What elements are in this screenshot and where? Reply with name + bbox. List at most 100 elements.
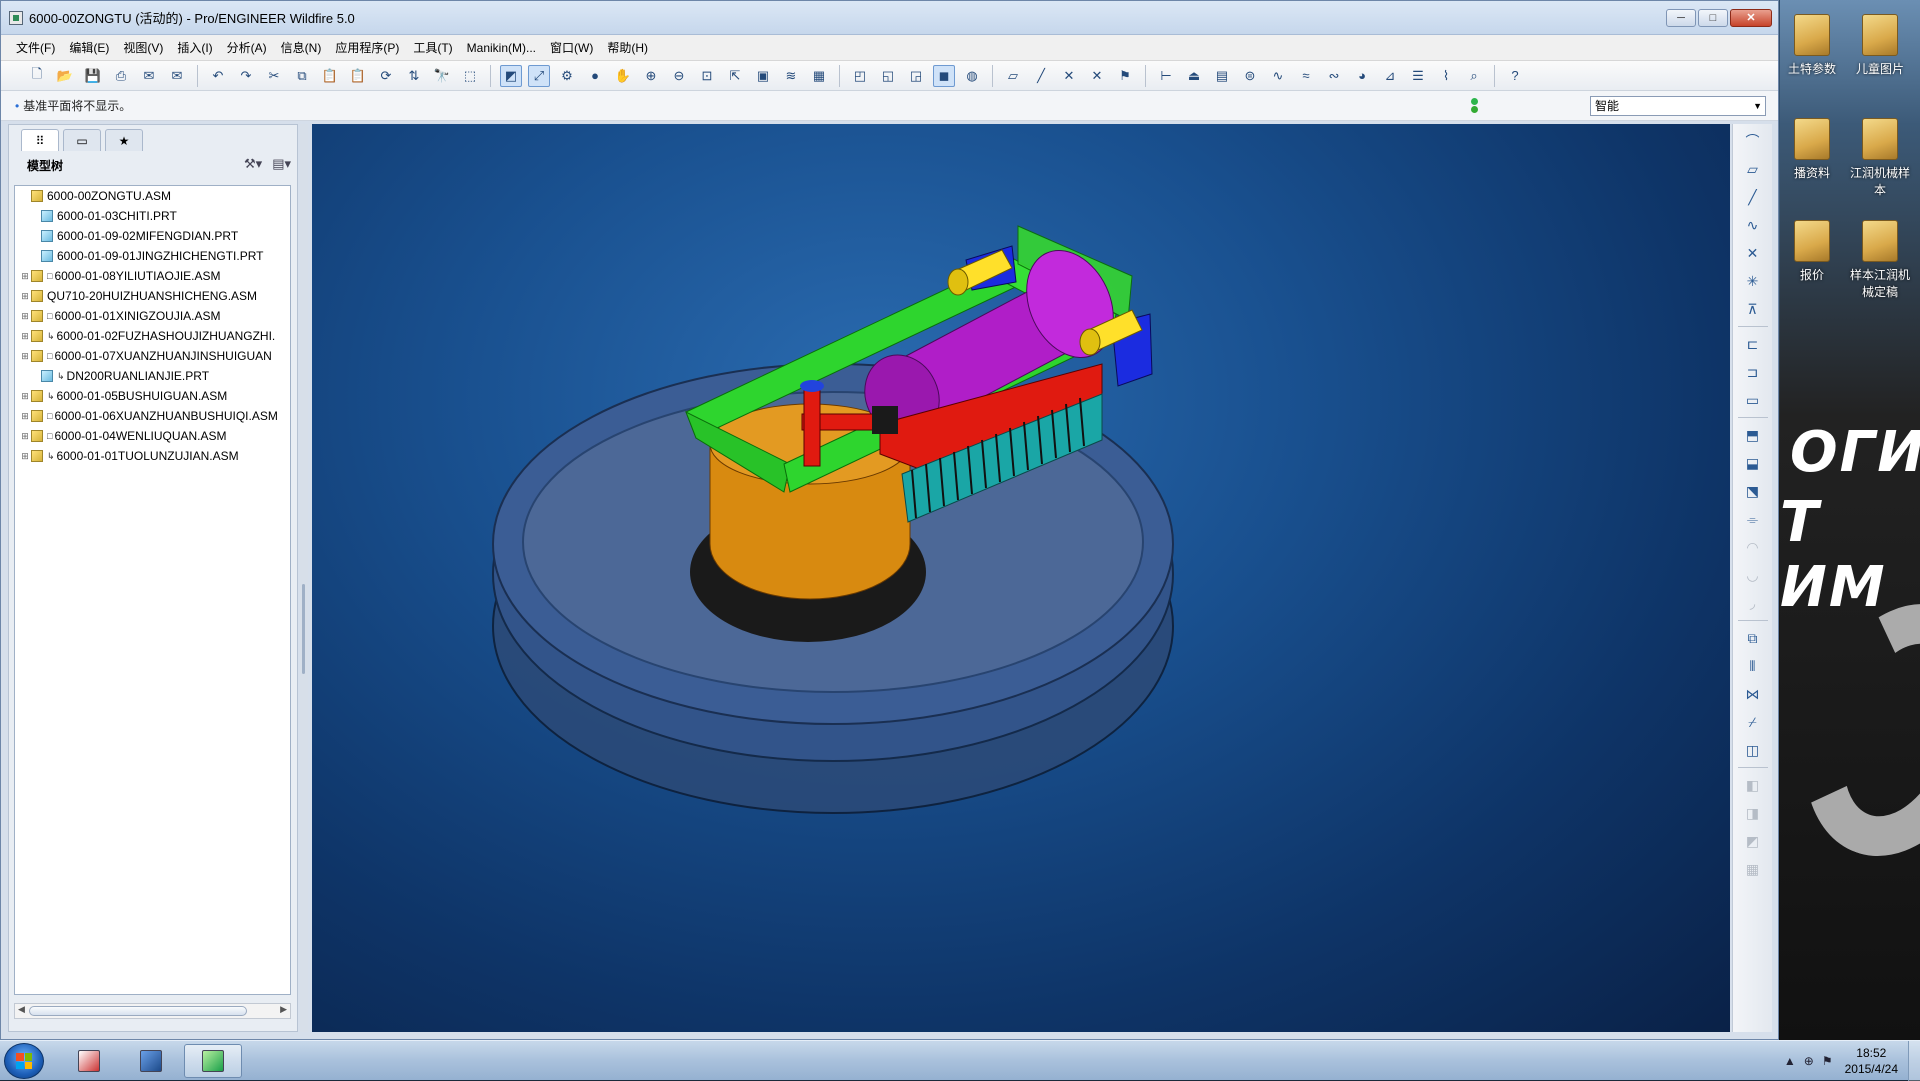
package-icon[interactable]: ▭ bbox=[1741, 389, 1765, 411]
scroll-left-icon[interactable]: ◀ bbox=[18, 1004, 25, 1015]
splitter-grip[interactable] bbox=[302, 584, 305, 674]
paste-icon[interactable]: 📋 bbox=[319, 65, 341, 87]
reorient-icon[interactable]: ⇱ bbox=[724, 65, 746, 87]
no-hidden-icon[interactable]: ◲ bbox=[905, 65, 927, 87]
tree-item[interactable]: ⊞ ↳ 6000-01-05BUSHUIGUAN.ASM bbox=[15, 386, 290, 406]
maximize-button[interactable]: □ bbox=[1698, 9, 1728, 27]
pattern-icon[interactable]: ⧉ bbox=[1741, 627, 1765, 649]
create-component-icon[interactable]: ⊐ bbox=[1741, 361, 1765, 383]
solidify-icon[interactable]: ◧ bbox=[1741, 774, 1765, 796]
wireframe-icon[interactable]: ◰ bbox=[849, 65, 871, 87]
round-icon[interactable]: ◡ bbox=[1741, 564, 1765, 586]
taskbar-proe[interactable] bbox=[184, 1044, 242, 1078]
open-folder-icon[interactable]: 📂 bbox=[54, 65, 76, 87]
tree-item[interactable]: 6000-01-03CHITI.PRT bbox=[15, 206, 290, 226]
deviation-icon[interactable]: ∾ bbox=[1323, 65, 1345, 87]
curve-icon[interactable]: ∿ bbox=[1741, 214, 1765, 236]
context-help-icon[interactable]: ? bbox=[1504, 65, 1526, 87]
show-options-icon[interactable]: ▤▾ bbox=[272, 156, 291, 172]
cut-icon[interactable]: ✂ bbox=[263, 65, 285, 87]
action-center-icon[interactable]: ⚑ bbox=[1822, 1054, 1833, 1068]
mass-props-icon[interactable]: ⏏ bbox=[1183, 65, 1205, 87]
regen-manager-icon[interactable]: ⇅ bbox=[403, 65, 425, 87]
panel-splitter[interactable] bbox=[300, 124, 308, 1032]
selection-filter-dropdown[interactable]: 智能 ▼ bbox=[1590, 96, 1766, 116]
desktop-icon[interactable]: 报价 bbox=[1780, 220, 1844, 283]
offset-surface-icon[interactable]: ◨ bbox=[1741, 802, 1765, 824]
saved-views-icon[interactable]: ⚙ bbox=[556, 65, 578, 87]
tree-item[interactable]: 6000-01-09-01JINGZHICHENGTI.PRT bbox=[15, 246, 290, 266]
menu-window[interactable]: 窗口(W) bbox=[543, 39, 600, 56]
graphics-viewport[interactable] bbox=[312, 124, 1730, 1032]
menu-tools[interactable]: 工具(T) bbox=[406, 39, 459, 56]
tree-item[interactable]: 6000-00ZONGTU.ASM bbox=[15, 186, 290, 206]
paste-special-icon[interactable]: 📋 bbox=[347, 65, 369, 87]
shell-icon[interactable]: ◠ bbox=[1741, 536, 1765, 558]
tree-item[interactable]: ⊞ □ 6000-01-07XUANZHUANJINSHUIGUAN bbox=[15, 346, 290, 366]
coordinate-system-icon[interactable]: ✳ bbox=[1741, 270, 1765, 292]
desktop-icon[interactable]: 儿童图片 bbox=[1848, 14, 1912, 77]
tree-item[interactable]: ⊞ ↳ 6000-01-02FUZHASHOUJIZHUANGZHI. bbox=[15, 326, 290, 346]
sweep-icon[interactable]: ⬔ bbox=[1741, 480, 1765, 502]
clock[interactable]: 18:52 2015/4/24 bbox=[1845, 1045, 1898, 1077]
tree-item[interactable]: ⊞ □ 6000-01-08YILIUTIAOJIE.ASM bbox=[15, 266, 290, 286]
copy-icon[interactable]: ⧉ bbox=[291, 65, 313, 87]
tab-model-tree[interactable]: ⠿ bbox=[21, 129, 59, 151]
undo-icon[interactable]: ↶ bbox=[207, 65, 229, 87]
merge-icon[interactable]: ⋈ bbox=[1741, 683, 1765, 705]
coord-sys-icon[interactable]: ✕ bbox=[1086, 65, 1108, 87]
network-icon[interactable]: ⊕ bbox=[1804, 1054, 1814, 1068]
scroll-right-icon[interactable]: ▶ bbox=[280, 1004, 287, 1015]
surface-analysis-icon[interactable]: ≈ bbox=[1295, 65, 1317, 87]
save-icon[interactable]: 💾 bbox=[82, 65, 104, 87]
datum-axes-icon[interactable]: ╱ bbox=[1030, 65, 1052, 87]
section-icon[interactable]: ▤ bbox=[1211, 65, 1233, 87]
expand-icon[interactable]: ⊞ bbox=[19, 431, 31, 442]
orient-mode-icon[interactable]: ⤢ bbox=[528, 64, 550, 87]
desktop-icon[interactable]: 样本江润机械定稿 bbox=[1848, 220, 1912, 300]
menu-file[interactable]: 文件(F) bbox=[9, 39, 62, 56]
shade-icon[interactable]: ⌕ bbox=[1463, 65, 1485, 87]
extrude-icon[interactable]: ⬒ bbox=[1741, 424, 1765, 446]
find-icon[interactable]: 🔭 bbox=[431, 65, 453, 87]
annotations-icon[interactable]: ⚑ bbox=[1114, 65, 1136, 87]
tree-item[interactable]: ⊞ □ 6000-01-04WENLIUQUAN.ASM bbox=[15, 426, 290, 446]
analysis-feature-icon[interactable]: ⊼ bbox=[1741, 298, 1765, 320]
datum-planes-icon[interactable]: ▱ bbox=[1002, 65, 1024, 87]
menu-help[interactable]: 帮助(H) bbox=[600, 39, 655, 56]
curve-analysis-icon[interactable]: ∿ bbox=[1267, 65, 1289, 87]
spin-center-icon[interactable]: ◩ bbox=[500, 64, 522, 87]
desktop-icon[interactable]: 江润机械样本 bbox=[1848, 118, 1912, 198]
view-manager-icon[interactable]: ▣ bbox=[752, 65, 774, 87]
hole-icon[interactable]: ⌯ bbox=[1741, 508, 1765, 530]
reflection-icon[interactable]: ☰ bbox=[1407, 65, 1429, 87]
menu-manikin[interactable]: Manikin(M)... bbox=[460, 41, 543, 55]
expand-icon[interactable]: ⊞ bbox=[19, 351, 31, 362]
chamfer-icon[interactable]: ◞ bbox=[1741, 592, 1765, 614]
expand-icon[interactable]: ⊞ bbox=[19, 331, 31, 342]
datum-points-icon[interactable]: ✕ bbox=[1058, 65, 1080, 87]
expand-icon[interactable]: ⊞ bbox=[19, 291, 31, 302]
zoom-out-icon[interactable]: ⊖ bbox=[668, 65, 690, 87]
revolve-icon[interactable]: ⬓ bbox=[1741, 452, 1765, 474]
email-link-icon[interactable]: ✉ bbox=[166, 65, 188, 87]
refit-icon[interactable]: ⊡ bbox=[696, 65, 718, 87]
redo-icon[interactable]: ↷ bbox=[235, 65, 257, 87]
shading-icon[interactable]: ◼ bbox=[933, 64, 955, 87]
menu-info[interactable]: 信息(N) bbox=[274, 39, 329, 56]
enhanced-realism-icon[interactable]: ◍ bbox=[961, 65, 983, 87]
menu-applications[interactable]: 应用程序(P) bbox=[328, 39, 406, 56]
sketch-icon[interactable]: ⌒ bbox=[1741, 130, 1765, 152]
interference-icon[interactable]: ⊜ bbox=[1239, 65, 1261, 87]
tab-folder-browser[interactable]: ▭ bbox=[63, 129, 101, 151]
menu-analysis[interactable]: 分析(A) bbox=[220, 39, 274, 56]
menu-insert[interactable]: 插入(I) bbox=[170, 39, 219, 56]
trim-icon[interactable]: ⌿ bbox=[1741, 711, 1765, 733]
desktop-icon[interactable]: 播资料 bbox=[1780, 118, 1844, 181]
tree-item[interactable]: ⊞ □ 6000-01-06XUANZHUANBUSHUIQI.ASM bbox=[15, 406, 290, 426]
thicken-icon[interactable]: ◩ bbox=[1741, 830, 1765, 852]
grid-icon[interactable]: ▦ bbox=[1741, 858, 1765, 880]
select-box-icon[interactable]: ⬚ bbox=[459, 65, 481, 87]
taskbar-media[interactable] bbox=[122, 1044, 180, 1078]
show-hidden-icons-icon[interactable]: ▲ bbox=[1784, 1054, 1796, 1068]
